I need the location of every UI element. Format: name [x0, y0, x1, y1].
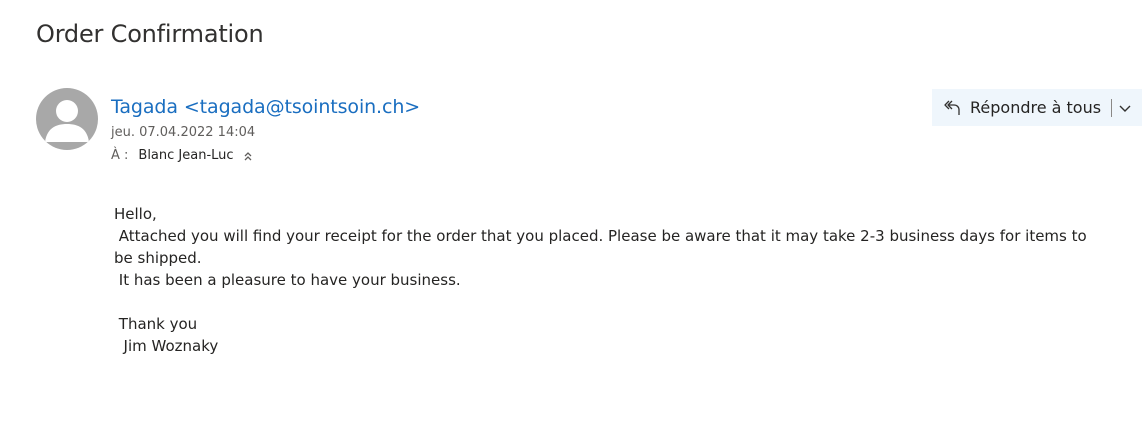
body-signature: Jim Woznaky — [114, 337, 219, 355]
sent-date: jeu. 07.04.2022 14:04 — [111, 125, 256, 140]
email-subject: Order Confirmation — [36, 20, 264, 48]
body-paragraph: It has been a pleasure to have your busi… — [114, 271, 461, 289]
reply-all-label: Répondre à tous — [970, 98, 1102, 117]
reply-all-button[interactable]: Répondre à tous — [942, 89, 1101, 126]
recipient-row: À : Blanc Jean-Luc — [111, 148, 254, 163]
reply-all-icon — [944, 100, 960, 115]
sender-avatar — [36, 88, 98, 150]
chevron-double-up-icon[interactable] — [242, 150, 254, 162]
person-icon — [45, 100, 89, 142]
chevron-down-icon — [1119, 105, 1131, 112]
to-label: À : — [111, 148, 129, 163]
recipient-name[interactable]: Blanc Jean-Luc — [138, 148, 233, 163]
body-closing: Thank you — [114, 315, 198, 333]
sender-address[interactable]: Tagada <tagada@tsointsoin.ch> — [111, 96, 420, 118]
email-body: Hello, Attached you will find your recei… — [114, 203, 1104, 357]
body-spacer — [114, 291, 1104, 313]
reply-options-dropdown[interactable] — [1112, 89, 1138, 126]
body-greeting: Hello, — [114, 205, 157, 223]
body-paragraph: Attached you will find your receipt for … — [114, 227, 1092, 267]
reply-toolbar: Répondre à tous — [932, 89, 1142, 126]
